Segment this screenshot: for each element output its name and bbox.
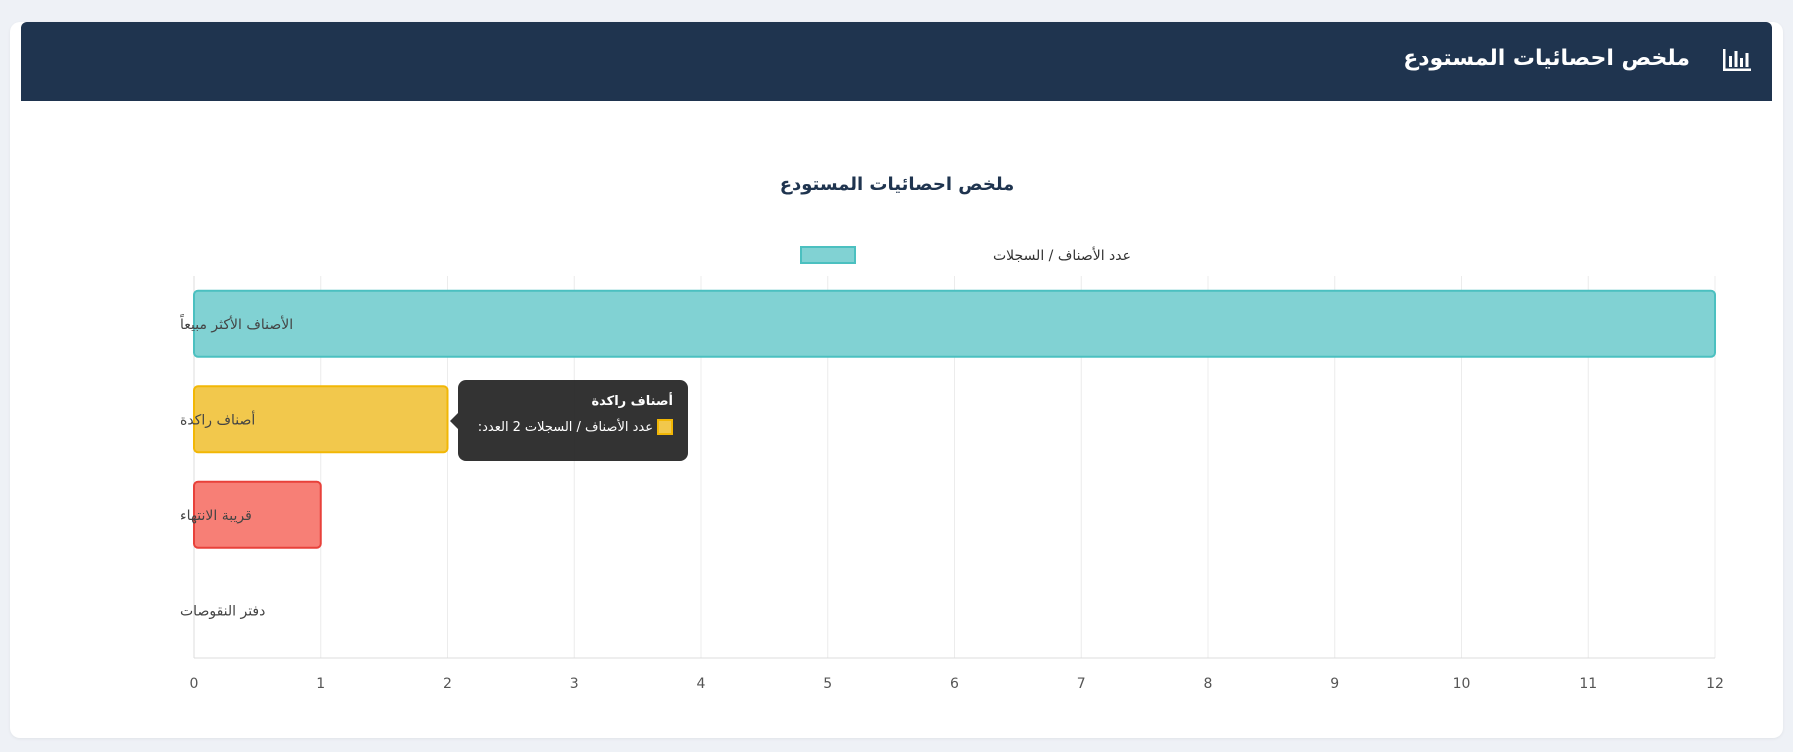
x-tick-label: 4	[697, 676, 706, 692]
y-tick-label: دفتر النقوصات	[180, 603, 265, 619]
y-tick-label: قريبة الانتهاء	[180, 508, 252, 524]
x-tick-label: 9	[1330, 676, 1339, 692]
tooltip-prefix: العدد:	[477, 419, 509, 435]
x-axis: 0 1 2 3 4 5 6 7 8 9 10 11 12	[190, 676, 1724, 692]
x-tick-label: 0	[190, 676, 199, 692]
legend[interactable]: عدد الأصناف / السجلات	[800, 246, 1131, 264]
x-tick-label: 3	[570, 676, 579, 692]
tooltip-title: أصناف راكدة	[591, 394, 673, 409]
x-tick-label: 6	[950, 676, 959, 692]
x-tick-label: 12	[1706, 676, 1724, 692]
y-axis: الأصناف الأكثر مبيعاً أصناف راكدة قريبة ال…	[179, 314, 293, 620]
tooltip-swatch	[657, 419, 673, 435]
x-tick-label: 5	[823, 676, 832, 692]
bar[interactable]	[193, 289, 1716, 358]
legend-label: عدد الأصناف / السجلات	[993, 246, 1131, 264]
y-tick-label: الأصناف الأكثر مبيعاً	[179, 314, 293, 333]
x-tick-label: 7	[1077, 676, 1086, 692]
y-tick-label: أصناف راكدة	[180, 410, 255, 428]
x-tick-label: 8	[1204, 676, 1213, 692]
x-tick-label: 11	[1579, 676, 1597, 692]
tooltip-value-line: عدد الأصناف / السجلات 2 العدد:	[473, 419, 673, 435]
bar-chart: ملخص احصائيات المستودع عدد الأصناف / الس…	[179, 174, 1724, 692]
legend-swatch	[800, 246, 856, 264]
tooltip-value: 2	[512, 419, 521, 435]
tooltip: أصناف راكدة عدد الأصناف / السجلات 2 العد…	[450, 380, 688, 461]
x-tick-label: 1	[316, 676, 325, 692]
x-tick-label: 10	[1453, 676, 1471, 692]
tooltip-series: عدد الأصناف / السجلات	[524, 419, 653, 435]
chart-title: ملخص احصائيات المستودع	[780, 174, 1015, 195]
x-tick-label: 2	[443, 676, 452, 692]
